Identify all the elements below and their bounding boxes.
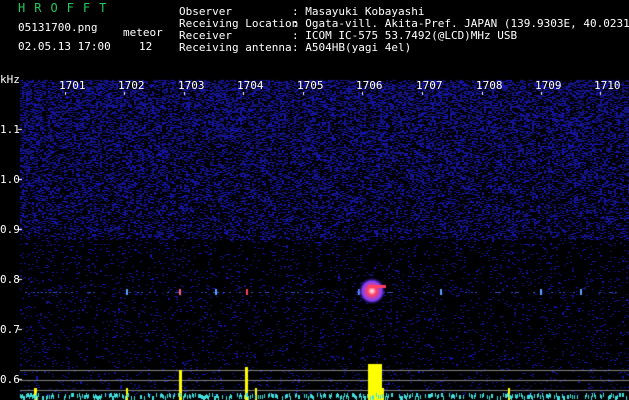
location-label: Receiving Location [179,17,299,30]
datetime: 02.05.13 17:00 [18,40,111,53]
antenna-label: Receiving antenna [179,41,292,54]
app-title: HROFFT [18,1,116,15]
y-tick-label: 0.8 [0,273,20,286]
receiver-label: Receiver [179,29,232,42]
filename: 05131700.png [18,21,98,34]
x-tick-label: 1709 [535,79,562,92]
x-tick-label: 1706 [356,79,383,92]
y-tick-label: 1.0 [0,173,20,186]
x-tick-label: 1702 [118,79,145,92]
x-tick-label: 1705 [297,79,324,92]
location-value: : Ogata-vill. Akita-Pref. JAPAN (139.930… [292,17,629,30]
y-tick-label: 0.6 [0,373,20,386]
x-tick-label: 1701 [59,79,86,92]
y-tick-label: 0.9 [0,223,20,236]
x-tick-label: 1708 [476,79,503,92]
x-tick-label: 1710 [594,79,621,92]
x-tick-label: 1704 [237,79,264,92]
meteor-count: 12 [139,40,153,53]
observer-value: : Masayuki Kobayashi [292,5,425,18]
antenna-value: : A504HB(yagi 4el) [292,41,412,54]
meteor-label: meteor [123,26,163,39]
spectrogram-canvas [0,0,629,400]
observer-label: Observer [179,5,232,18]
y-unit-label: kHz [0,73,20,86]
y-tick-label: 0.7 [0,323,20,336]
y-tick-label: 1.1 [0,123,20,136]
x-tick-label: 1707 [416,79,443,92]
receiver-value: : ICOM IC-575 53.7492(@LCD)MHz USB [292,29,518,42]
x-tick-label: 1703 [178,79,205,92]
